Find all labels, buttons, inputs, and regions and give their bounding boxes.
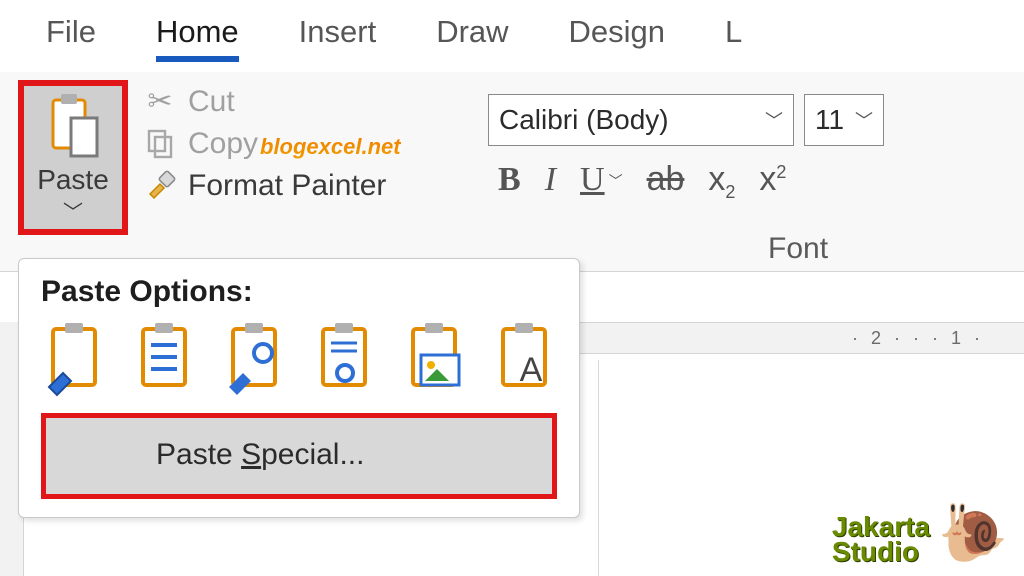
- scissors-icon: ✂: [142, 84, 178, 119]
- watermark-blogexcel: blogexcel.net: [260, 134, 401, 160]
- chevron-down-icon: ﹀: [855, 107, 873, 133]
- format-painter-label: Format Painter: [188, 169, 386, 203]
- font-family-value: Calibri (Body): [499, 104, 669, 136]
- tab-draw[interactable]: Draw: [436, 14, 508, 62]
- tab-insert[interactable]: Insert: [299, 14, 377, 62]
- text-format-buttons: B I U﹀ ab x2 x2: [498, 160, 786, 199]
- cut-button[interactable]: ✂ Cut: [142, 84, 386, 119]
- bold-button[interactable]: B: [498, 161, 521, 199]
- cut-label: Cut: [188, 85, 235, 119]
- chevron-down-icon[interactable]: ﹀: [24, 196, 122, 225]
- italic-button[interactable]: I: [545, 161, 556, 199]
- font-group-label: Font: [768, 232, 828, 266]
- subscript-button[interactable]: x2: [708, 160, 735, 199]
- watermark-jakarta-studio: Jakarta Studio: [832, 514, 930, 564]
- paste-keep-source-formatting[interactable]: [45, 323, 111, 399]
- paste-link-formatting[interactable]: [315, 323, 381, 399]
- menu-tabs: File Home Insert Draw Design L: [0, 0, 1024, 72]
- tab-design[interactable]: Design: [569, 14, 666, 62]
- paste-special-text-pre: Paste: [156, 438, 241, 471]
- paste-special-accel: S: [241, 438, 261, 471]
- paste-special-text-post: pecial...: [261, 438, 364, 471]
- tab-file[interactable]: File: [46, 14, 96, 62]
- ruler-marks: · 2 · · · 1 ·: [852, 328, 984, 349]
- tab-partial[interactable]: L: [725, 14, 742, 62]
- copy-label: Copy: [188, 127, 258, 161]
- paste-options-row: A: [41, 323, 557, 399]
- paste-text-only[interactable]: A: [495, 323, 561, 399]
- paste-button[interactable]: Paste ﹀: [18, 80, 128, 235]
- font-size-select[interactable]: 11 ﹀: [804, 94, 884, 146]
- format-painter-button[interactable]: Format Painter: [142, 169, 386, 203]
- chevron-down-icon: ﹀: [609, 173, 623, 189]
- svg-text:A: A: [520, 351, 543, 389]
- paste-options-title: Paste Options:: [41, 275, 557, 309]
- strikethrough-button[interactable]: ab: [647, 160, 685, 199]
- snail-icon: 🐌: [938, 500, 1008, 566]
- underline-button[interactable]: U﹀: [580, 160, 623, 199]
- paste-label: Paste: [24, 164, 122, 196]
- clipboard-icon: [45, 94, 101, 160]
- tab-home[interactable]: Home: [156, 14, 239, 62]
- chevron-down-icon: ﹀: [765, 107, 783, 133]
- paste-as-picture[interactable]: [405, 323, 471, 399]
- font-size-value: 11: [815, 104, 844, 136]
- superscript-button[interactable]: x2: [759, 160, 786, 199]
- paste-special-button[interactable]: Paste Special...: [41, 413, 557, 499]
- paste-merge-formatting[interactable]: [135, 323, 201, 399]
- ribbon: Paste ﹀ ✂ Cut Copy Format Painter Calibr…: [0, 72, 1024, 272]
- paintbrush-icon: [142, 170, 178, 202]
- font-controls: Calibri (Body) ﹀ 11 ﹀: [488, 94, 884, 146]
- copy-icon: [142, 129, 178, 159]
- paste-picture-formatting[interactable]: [225, 323, 291, 399]
- paste-options-dropdown: Paste Options: A Paste Special...: [18, 258, 580, 518]
- font-family-select[interactable]: Calibri (Body) ﹀: [488, 94, 794, 146]
